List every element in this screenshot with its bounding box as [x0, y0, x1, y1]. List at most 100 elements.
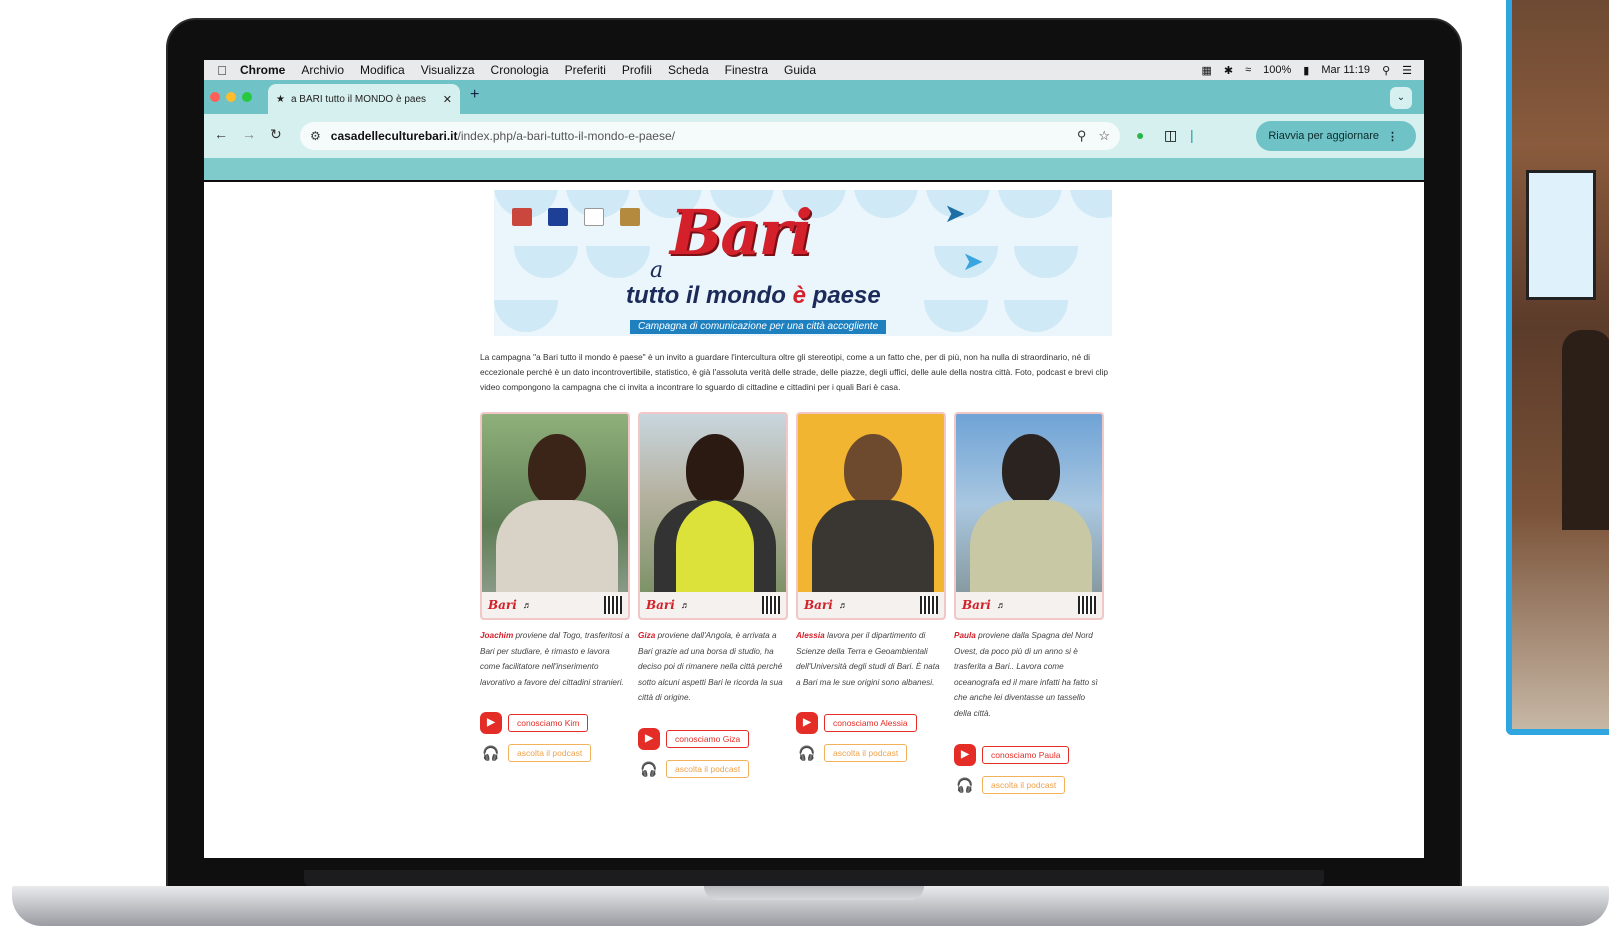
close-window-icon[interactable] — [210, 92, 220, 102]
headphones-icon[interactable]: 🎧 — [796, 744, 818, 762]
menu-guida[interactable]: Guida — [784, 63, 816, 77]
qr-code-icon — [604, 596, 622, 614]
menu-scheda[interactable]: Scheda — [668, 63, 709, 77]
menu-archivio[interactable]: Archivio — [301, 63, 344, 77]
republic-logo-icon — [584, 208, 604, 226]
person-name: Alessia — [796, 631, 825, 640]
tab-close-icon[interactable]: ✕ — [443, 93, 452, 106]
maximize-window-icon[interactable] — [242, 92, 252, 102]
laptop-hinge — [304, 870, 1324, 886]
region-logo-icon — [512, 208, 532, 226]
mac-menubar:  Chrome Archivio Modifica Visualizza Cr… — [204, 60, 1424, 80]
battery-label[interactable]: 100% — [1263, 64, 1291, 76]
campaign-banner: a Bari tutto il mondo è paese Campagna d… — [494, 190, 1112, 336]
minimize-window-icon[interactable] — [226, 92, 236, 102]
menu-profili[interactable]: Profili — [622, 63, 652, 77]
mini-logo: Bari — [804, 598, 833, 612]
youtube-shorts-icon[interactable]: ▶ — [796, 712, 818, 735]
control-center-icon[interactable]: ☰ — [1402, 64, 1412, 77]
portrait-photo: Bari ♬ — [954, 412, 1104, 620]
apple-icon[interactable]:  — [204, 63, 240, 78]
forward-icon[interactable]: → — [242, 126, 256, 142]
url-host: casadelleculturebari.it — [330, 129, 458, 143]
spotlight-icon[interactable]: ⚲ — [1382, 64, 1390, 77]
subtitle-part: paese — [805, 282, 881, 309]
headphones-icon[interactable]: 🎧 — [480, 744, 502, 762]
intro-text: La campagna "a Bari tutto il mondo è pae… — [480, 352, 1109, 392]
menu-visualizza[interactable]: Visualizza — [421, 63, 475, 77]
back-icon[interactable]: ← — [214, 126, 228, 142]
youtube-shorts-icon[interactable]: ▶ — [638, 727, 660, 750]
page-header-band — [204, 158, 1424, 182]
person-name: Paula — [954, 631, 976, 640]
new-tab-icon[interactable]: + — [470, 86, 479, 104]
podcast-button[interactable]: ascolta il podcast — [508, 744, 592, 763]
wifi-icon[interactable]: ≈ — [1245, 64, 1251, 76]
bluetooth-icon[interactable]: ✱ — [1224, 64, 1233, 77]
qr-code-icon — [920, 596, 938, 614]
qr-code-icon — [1078, 596, 1096, 614]
person-text: proviene dall'Angola, è arrivata a Bari … — [638, 631, 783, 703]
banner-stripe: Campagna di comunicazione per una città … — [630, 320, 887, 334]
mini-logo: Bari — [962, 598, 991, 612]
background-person — [1562, 330, 1609, 530]
menu-cronologia[interactable]: Cronologia — [491, 63, 549, 77]
zoom-icon[interactable]: ⚲ — [1077, 128, 1087, 144]
podcast-button[interactable]: ascolta il podcast — [982, 775, 1066, 794]
more-menu-icon[interactable]: ⋮ — [1387, 130, 1398, 143]
menu-preferiti[interactable]: Preferiti — [565, 63, 606, 77]
youtube-shorts-icon[interactable]: ▶ — [480, 712, 502, 735]
headphones-icon: ♬ — [996, 600, 1006, 610]
site-info-icon[interactable]: ⚙ — [310, 129, 321, 143]
subtitle-e: è — [792, 282, 806, 309]
menu-chrome[interactable]: Chrome — [240, 63, 285, 77]
video-button[interactable]: conosciamo Kim — [508, 714, 589, 733]
mini-logo: Bari — [488, 598, 517, 612]
tab-strip: ★ a BARI tutto il MONDO è paes ✕ + ⌄ — [204, 80, 1424, 114]
extensions-puzzle-icon[interactable]: ◫ — [1164, 127, 1177, 144]
tab-search-icon[interactable]: ⌄ — [1390, 87, 1412, 109]
person-text: proviene dalla Spagna del Nord Ovest, da… — [954, 631, 1098, 718]
person-name: Joachim — [480, 631, 514, 640]
extension-icon[interactable]: ● — [1136, 127, 1144, 143]
card-description: Paula proviene dalla Spagna del Nord Ove… — [954, 628, 1104, 722]
banner-subtitle: tutto il mondo è paese — [626, 282, 881, 310]
headphones-icon: ♬ — [522, 600, 532, 610]
reload-icon[interactable]: ↻ — [270, 126, 282, 143]
browser-toolbar: ← → ↻ ⚙ casadelleculturebari.it /index.p… — [204, 114, 1424, 158]
keyboard-icon[interactable]: ▦ — [1201, 64, 1211, 77]
portrait-photo: Bari ♬ — [480, 412, 630, 620]
toolbar-divider: | — [1190, 127, 1194, 143]
eu-flag-icon — [548, 208, 568, 226]
menu-finestra[interactable]: Finestra — [725, 63, 768, 77]
podcast-button[interactable]: ascolta il podcast — [666, 759, 750, 778]
person-name: Giza — [638, 631, 656, 640]
partner-logos — [512, 208, 640, 226]
laptop-notch — [704, 886, 924, 900]
video-button[interactable]: conosciamo Alessia — [824, 714, 917, 733]
card-alessia: Bari ♬ Alessia lavora per il dipartimento… — [796, 412, 946, 763]
podcast-button[interactable]: ascolta il podcast — [824, 744, 908, 763]
card-description: Giza proviene dall'Angola, è arrivata a … — [638, 628, 788, 706]
mini-logo: Bari — [646, 598, 675, 612]
active-tab[interactable]: ★ a BARI tutto il MONDO è paes ✕ — [268, 84, 460, 114]
favicon-icon: ★ — [276, 93, 285, 105]
video-button[interactable]: conosciamo Paula — [982, 745, 1070, 764]
headphones-icon[interactable]: 🎧 — [954, 776, 976, 794]
headphones-icon: ♬ — [838, 600, 848, 610]
card-joachim: Bari ♬ Joachim proviene dal Togo, trasfer… — [480, 412, 630, 763]
video-button[interactable]: conosciamo Giza — [666, 729, 750, 748]
bookmark-star-icon[interactable]: ☆ — [1098, 128, 1110, 144]
menubar-status: ▦ ✱ ≈ 100% ▮ Mar 11:19 ⚲ ☰ — [1201, 60, 1412, 80]
headphones-icon[interactable]: 🎧 — [638, 760, 660, 778]
battery-icon[interactable]: ▮ — [1303, 64, 1309, 77]
address-bar[interactable]: ⚙ casadelleculturebari.it /index.php/a-b… — [300, 122, 1120, 150]
clock[interactable]: Mar 11:19 — [1321, 64, 1370, 76]
youtube-shorts-icon[interactable]: ▶ — [954, 743, 976, 766]
relaunch-button[interactable]: Riavvia per aggiornare ⋮ — [1256, 121, 1416, 151]
subtitle-part: tutto il mondo — [626, 282, 793, 309]
card-giza: Bari ♬ Giza proviene dall'Angola, è arriv… — [638, 412, 788, 778]
bird-icon: ➤ — [944, 198, 966, 228]
menu-modifica[interactable]: Modifica — [360, 63, 405, 77]
window-controls — [210, 92, 252, 102]
